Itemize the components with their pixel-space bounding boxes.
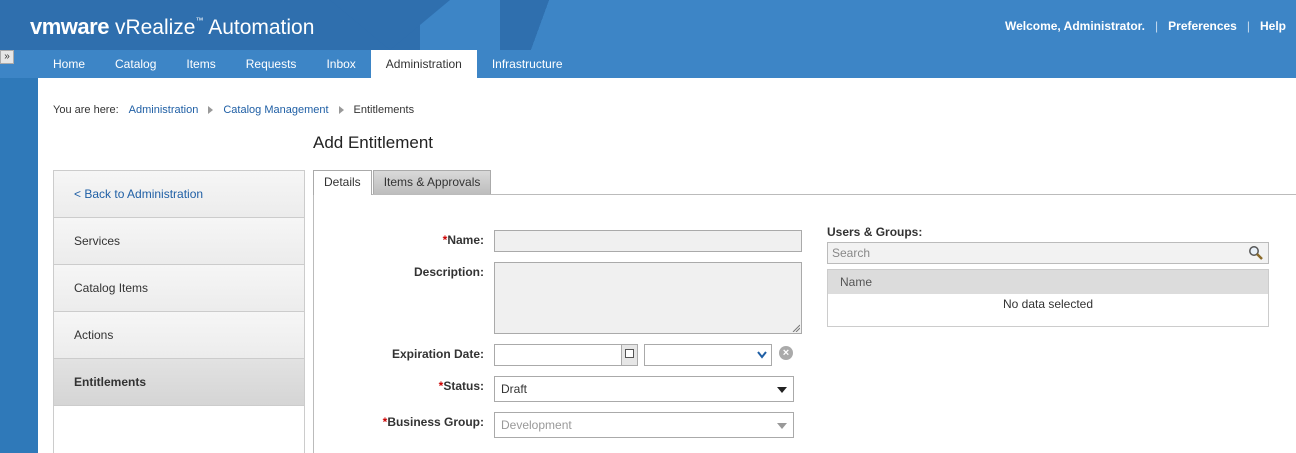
description-textarea[interactable] — [494, 262, 802, 334]
chevron-down-icon[interactable] — [753, 345, 771, 365]
breadcrumb-arrow-icon — [338, 106, 344, 114]
status-label: *Status: — [438, 379, 484, 393]
empty-table-message: No data selected — [1002, 297, 1094, 311]
brand-logo[interactable]: vmware vRealize™ Automation — [30, 14, 314, 40]
name-input[interactable] — [494, 230, 802, 252]
tab-items-approvals[interactable]: Items & Approvals — [372, 170, 492, 194]
business-group-label: *Business Group: — [382, 415, 484, 429]
column-header-name[interactable]: Name — [828, 270, 1268, 294]
dropdown-arrow-icon — [777, 387, 787, 393]
help-link[interactable]: Help — [1250, 19, 1296, 33]
nav-tab-catalog[interactable]: Catalog — [100, 50, 171, 78]
clear-date-icon[interactable]: × — [779, 346, 793, 360]
users-groups-search-input[interactable]: Search — [827, 242, 1269, 264]
vmware-logo: vmware — [30, 14, 109, 39]
product-name: vRealize™ Automation — [114, 16, 315, 39]
resize-grip-icon — [792, 324, 800, 332]
main-content: You are here: Administration Catalog Man… — [38, 78, 1296, 453]
left-menu: < Back to Administration Services Catalo… — [53, 170, 305, 453]
left-menu-services[interactable]: Services — [54, 218, 304, 265]
breadcrumb-prefix: You are here: — [53, 104, 119, 116]
nav-tab-items[interactable]: Items — [171, 50, 230, 78]
back-to-administration-link[interactable]: < Back to Administration — [54, 171, 304, 218]
nav-tab-requests[interactable]: Requests — [231, 50, 312, 78]
breadcrumb-arrow-icon — [208, 106, 214, 114]
dropdown-arrow-icon — [777, 423, 787, 429]
breadcrumb-catalog-management[interactable]: Catalog Management — [223, 104, 328, 116]
description-label: Description: — [413, 265, 484, 279]
expiration-time-select[interactable] — [644, 344, 772, 366]
expiration-date-input[interactable] — [494, 344, 638, 366]
name-label: *Name: — [442, 233, 484, 247]
breadcrumb-administration[interactable]: Administration — [129, 104, 199, 116]
preferences-link[interactable]: Preferences — [1158, 19, 1247, 33]
welcome-text: Welcome, Administrator. — [1004, 19, 1146, 33]
main-nav: Home Catalog Items Requests Inbox Admini… — [38, 50, 578, 78]
expand-sidebar-icon[interactable]: » — [0, 50, 14, 64]
left-menu-entitlements[interactable]: Entitlements — [54, 359, 304, 406]
breadcrumb-entitlements: Entitlements — [353, 104, 415, 116]
business-group-dropdown[interactable]: Development — [494, 412, 794, 438]
left-menu-actions[interactable]: Actions — [54, 312, 304, 359]
nav-tab-inbox[interactable]: Inbox — [311, 50, 370, 78]
users-groups-table: Name No data selected — [827, 269, 1269, 327]
calendar-icon[interactable] — [621, 345, 637, 365]
breadcrumb: You are here: Administration Catalog Man… — [53, 104, 414, 116]
nav-tab-home[interactable]: Home — [38, 50, 100, 78]
nav-tab-administration[interactable]: Administration — [370, 50, 477, 78]
search-icon[interactable] — [1248, 245, 1264, 261]
nav-tab-infrastructure[interactable]: Infrastructure — [477, 50, 578, 78]
user-links: Welcome, Administrator. | Preferences | … — [995, 19, 1296, 33]
tab-details[interactable]: Details — [313, 170, 372, 195]
users-groups-label: Users & Groups: — [827, 225, 923, 239]
page-title: Add Entitlement — [313, 133, 434, 152]
form-tabs: Details Items & Approvals — [313, 170, 492, 195]
left-menu-catalog-items[interactable]: Catalog Items — [54, 265, 304, 312]
app-header: vmware vRealize™ Automation Welcome, Adm… — [0, 0, 1296, 78]
expiration-date-label: Expiration Date: — [391, 347, 484, 361]
status-dropdown[interactable]: Draft — [494, 376, 794, 402]
